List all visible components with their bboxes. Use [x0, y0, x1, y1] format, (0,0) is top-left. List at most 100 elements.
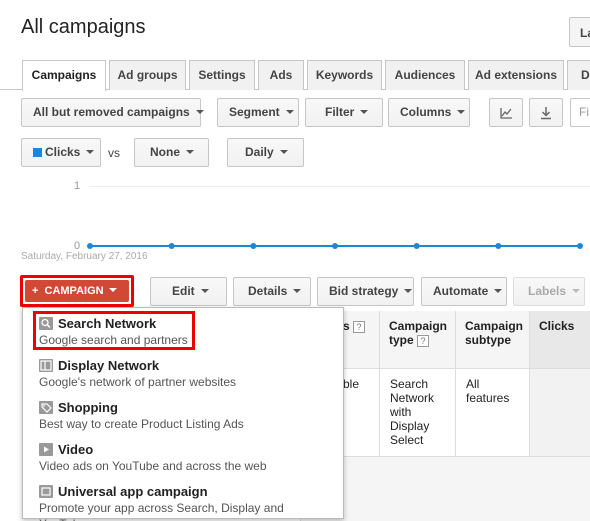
- campaign-status-filter-label: All but removed campaigns: [33, 105, 190, 119]
- tab-ad-extensions[interactable]: Ad extensions: [468, 60, 564, 90]
- app-icon: [39, 485, 53, 498]
- tab-campaigns[interactable]: Campaigns: [22, 60, 106, 91]
- table-cell-campaign-subtype: All features: [455, 369, 529, 457]
- metric-color-swatch: [33, 148, 42, 157]
- bid-strategy-button[interactable]: Bid strategy: [317, 277, 414, 306]
- chart-start-date: Saturday, February 27, 2016: [21, 251, 148, 262]
- metric2-label: None: [150, 145, 180, 159]
- segment-button[interactable]: Segment: [217, 98, 299, 127]
- search-network-highlight: [33, 311, 195, 350]
- shopping-label: Shopping: [58, 400, 118, 415]
- tab-ad-groups[interactable]: Ad groups: [109, 60, 186, 90]
- chart-toggle-button[interactable]: [489, 98, 523, 127]
- page-title: All campaigns: [21, 16, 146, 38]
- clicks-data-point-3[interactable]: [332, 243, 338, 249]
- y-tick-1: 1: [74, 180, 81, 192]
- segment-label: Segment: [229, 105, 280, 119]
- filter-label: Filter: [325, 105, 355, 119]
- universal-app-desc: Promote your app across Search, Display …: [39, 501, 284, 521]
- chevron-down-icon: [186, 150, 194, 154]
- col-partial-label: s: [343, 319, 350, 333]
- details-button[interactable]: Details: [233, 277, 311, 306]
- clicks-data-point-0[interactable]: [87, 243, 93, 249]
- line-chart-icon: [500, 108, 512, 119]
- shopping-desc: Best way to create Product Listing Ads: [39, 417, 244, 431]
- chevron-down-icon: [293, 289, 302, 293]
- chevron-down-icon: [108, 288, 117, 292]
- display-icon: [39, 359, 53, 372]
- shopping-tag-icon: [39, 401, 53, 414]
- tab-more[interactable]: Di: [567, 60, 590, 90]
- menu-item-shopping[interactable]: Shopping Best way to create Product List…: [23, 397, 343, 439]
- automate-label: Automate: [433, 284, 489, 298]
- metric1-label: Clicks: [45, 145, 81, 159]
- clicks-header-label: Clicks: [539, 319, 575, 333]
- menu-item-universal-app[interactable]: Universal app campaign Promote your app …: [23, 481, 343, 521]
- clicks-data-point-2[interactable]: [250, 243, 257, 249]
- chevron-down-icon: [494, 289, 503, 293]
- metric-select-none[interactable]: None: [134, 138, 209, 167]
- download-icon: [541, 107, 551, 120]
- campaign-type-value: Search Network with Display Select: [390, 377, 435, 447]
- plus-icon: +: [32, 285, 39, 297]
- table-cell-clicks: [529, 369, 590, 457]
- labels-button[interactable]: Labels: [513, 277, 585, 306]
- corner-button[interactable]: La: [569, 17, 590, 47]
- table-cell-campaign-type: Search Network with Display Select: [379, 369, 455, 457]
- period-label: Daily: [245, 145, 274, 159]
- clicks-data-point-1[interactable]: [168, 243, 175, 249]
- display-network-desc: Google's network of partner websites: [39, 375, 237, 389]
- video-desc: Video ads on YouTube and across the web: [39, 459, 267, 473]
- clicks-data-point-4[interactable]: [413, 243, 420, 249]
- chevron-down-icon: [572, 289, 581, 293]
- chevron-down-icon: [457, 110, 466, 114]
- video-label: Video: [58, 442, 94, 457]
- chevron-down-icon: [200, 289, 209, 293]
- campaign-subtype-value: All features: [466, 377, 510, 405]
- gridline-top: [89, 186, 590, 187]
- bid-strategy-label: Bid strategy: [329, 284, 399, 298]
- table-header-campaign-subtype[interactable]: Campaign subtype: [455, 311, 529, 369]
- edit-button[interactable]: Edit: [150, 277, 227, 306]
- add-campaign-button-face: + CAMPAIGN: [25, 280, 129, 302]
- labels-label: Labels: [528, 284, 567, 298]
- details-label: Details: [248, 284, 288, 298]
- search-field-text: Fi: [579, 105, 589, 119]
- columns-button[interactable]: Columns: [388, 98, 470, 127]
- chevron-down-icon: [360, 110, 369, 114]
- chevron-down-icon: [279, 150, 288, 154]
- clicks-data-point-5[interactable]: [495, 243, 502, 249]
- metric-select-clicks[interactable]: Clicks: [21, 138, 101, 167]
- chevron-down-icon: [86, 150, 95, 154]
- automate-button[interactable]: Automate: [421, 277, 507, 306]
- display-network-label: Display Network: [58, 358, 160, 373]
- campaign-button-label: CAMPAIGN: [44, 285, 104, 297]
- campaign-status-filter[interactable]: All but removed campaigns: [21, 98, 204, 127]
- tab-audiences[interactable]: Audiences: [385, 60, 465, 90]
- campaign-subtype-label: Campaign subtype: [465, 319, 524, 347]
- tab-bar: Campaigns Ad groups Settings Ads Keyword…: [0, 60, 590, 91]
- period-select[interactable]: Daily: [227, 138, 304, 167]
- chevron-down-icon: [195, 110, 204, 114]
- chevron-down-icon: [285, 110, 294, 114]
- tab-keywords[interactable]: Keywords: [307, 60, 382, 90]
- universal-app-label: Universal app campaign: [58, 484, 208, 499]
- columns-label: Columns: [400, 105, 452, 119]
- tab-settings[interactable]: Settings: [189, 60, 255, 90]
- vs-label: vs: [108, 146, 120, 160]
- edit-label: Edit: [172, 284, 195, 298]
- clicks-data-point-6[interactable]: [577, 243, 583, 249]
- help-icon[interactable]: ?: [417, 335, 430, 347]
- chevron-down-icon: [404, 289, 413, 293]
- help-icon[interactable]: ?: [353, 321, 366, 333]
- table-header-clicks[interactable]: Clicks: [529, 311, 590, 369]
- add-campaign-button[interactable]: + CAMPAIGN: [20, 275, 134, 307]
- menu-item-video[interactable]: Video Video ads on YouTube and across th…: [23, 439, 343, 481]
- search-field[interactable]: Fi: [570, 98, 590, 127]
- tab-ads[interactable]: Ads: [258, 60, 304, 90]
- menu-item-display-network[interactable]: Display Network Google's network of part…: [23, 355, 343, 397]
- download-button[interactable]: [529, 98, 563, 127]
- table-header-campaign-type[interactable]: Campaign type ?: [379, 311, 455, 369]
- video-icon: [39, 443, 53, 456]
- filter-button[interactable]: Filter: [305, 98, 383, 127]
